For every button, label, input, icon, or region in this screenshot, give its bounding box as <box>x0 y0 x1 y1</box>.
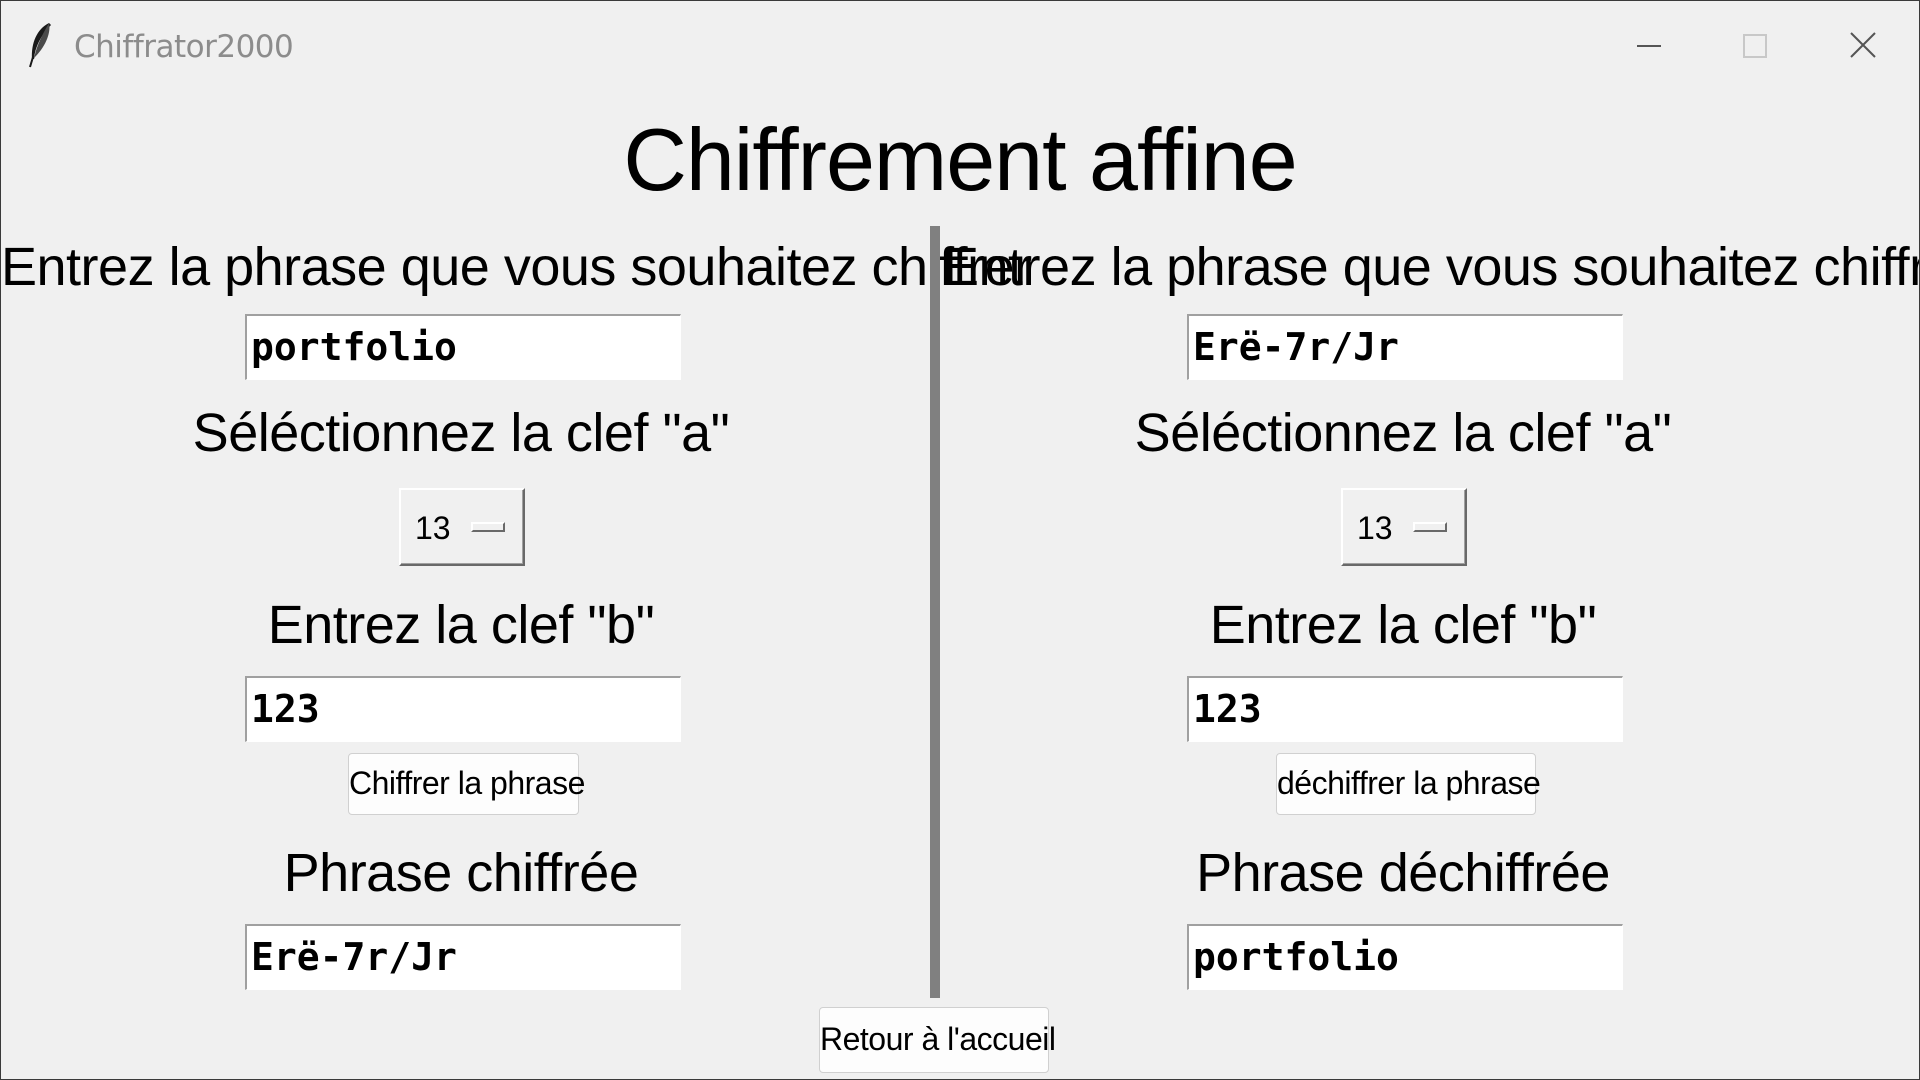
decrypt-key-a-select[interactable]: 13 <box>1341 488 1467 566</box>
back-home-button[interactable]: Retour à l'accueil <box>819 1007 1056 1073</box>
minimize-button[interactable] <box>1619 21 1679 71</box>
encrypt-key-b-input[interactable]: 123 <box>245 676 681 742</box>
maximize-button[interactable] <box>1724 21 1784 71</box>
dropdown-indicator-icon <box>1413 522 1447 532</box>
decrypt-key-b-input[interactable]: 123 <box>1187 676 1623 742</box>
maximize-icon <box>1743 34 1767 58</box>
decrypt-result-label: Phrase déchiffrée <box>1196 843 1610 903</box>
app-window: Chiffrator2000 Chiffrement affine Entrez… <box>0 0 1920 1080</box>
close-icon <box>1850 32 1876 58</box>
page-title: Chiffrement affine <box>623 110 1297 209</box>
minimize-icon <box>1637 45 1661 47</box>
decrypt-key-a-label: Séléctionnez la clef "a" <box>1134 403 1672 463</box>
encrypt-key-b-label: Entrez la clef "b" <box>267 595 655 655</box>
encrypt-result-field[interactable]: Erë-7r/Jr <box>245 924 681 990</box>
encrypt-button[interactable]: Chiffrer la phrase <box>348 753 585 815</box>
panel-divider <box>930 226 940 998</box>
encrypt-key-a-value: 13 <box>415 510 451 546</box>
decrypt-panel: Entrez la phrase que vous souhaitez chif… <box>943 226 1920 1006</box>
encrypt-panel: Entrez la phrase que vous souhaitez chif… <box>1 226 1032 1006</box>
encrypt-key-a-label: Séléctionnez la clef "a" <box>192 403 730 463</box>
dropdown-indicator-icon <box>471 522 505 532</box>
decrypt-key-b-label: Entrez la clef "b" <box>1209 595 1597 655</box>
encrypt-key-a-select[interactable]: 13 <box>399 488 525 566</box>
close-button[interactable] <box>1833 21 1893 71</box>
decrypt-phrase-input[interactable]: Erë-7r/Jr <box>1187 314 1623 380</box>
decrypt-result-field[interactable]: portfolio <box>1187 924 1623 990</box>
decrypt-button[interactable]: déchiffrer la phrase <box>1276 753 1541 815</box>
encrypt-result-label: Phrase chiffrée <box>283 843 639 903</box>
encrypt-phrase-input[interactable]: portfolio <box>245 314 681 380</box>
decrypt-prompt-label: Entrez la phrase que vous souhaitez chif… <box>943 237 1920 297</box>
window-title: Chiffrator2000 <box>74 29 294 65</box>
feather-icon <box>29 23 51 68</box>
decrypt-key-a-value: 13 <box>1357 510 1393 546</box>
title-bar[interactable]: Chiffrator2000 <box>1 1 1919 91</box>
encrypt-prompt-label: Entrez la phrase que vous souhaitez chif… <box>1 237 1032 297</box>
